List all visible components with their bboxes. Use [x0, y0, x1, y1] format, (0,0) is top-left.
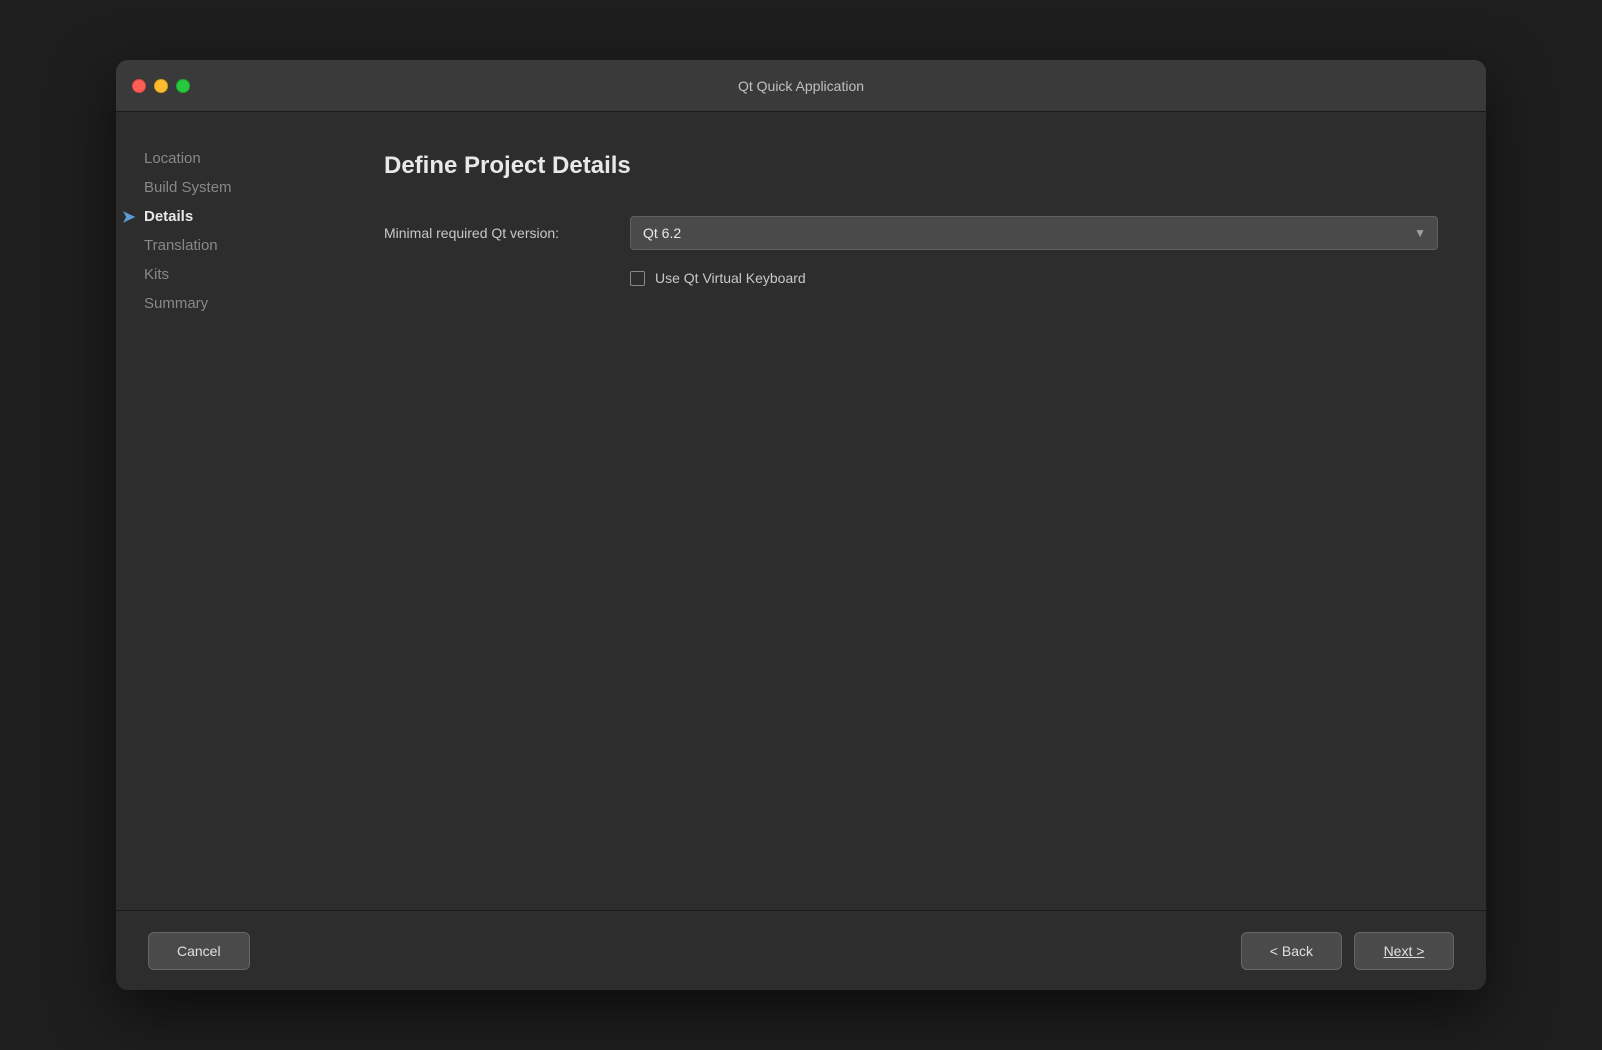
- virtual-keyboard-checkbox[interactable]: [630, 271, 645, 286]
- sidebar-item-label: Translation: [144, 237, 218, 254]
- sidebar-item-summary[interactable]: Summary: [144, 289, 336, 318]
- footer-right-buttons: < Back Next >: [1241, 932, 1454, 970]
- sidebar-item-label: Kits: [144, 266, 169, 283]
- qt-version-select[interactable]: Qt 6.2 Qt 6.1 Qt 6.0 Qt 5.15: [630, 216, 1438, 250]
- content-area: Location Build System ➤ Details Translat…: [116, 112, 1486, 910]
- sidebar-item-kits[interactable]: Kits: [144, 260, 336, 289]
- sidebar-item-label: Summary: [144, 295, 208, 312]
- cancel-button[interactable]: Cancel: [148, 932, 250, 970]
- qt-version-label: Minimal required Qt version:: [384, 225, 614, 241]
- sidebar-item-label: Details: [144, 208, 193, 225]
- virtual-keyboard-row: Use Qt Virtual Keyboard: [384, 270, 1438, 286]
- sidebar-item-location[interactable]: Location: [144, 144, 336, 173]
- sidebar-item-label: Build System: [144, 179, 232, 196]
- sidebar-item-build-system[interactable]: Build System: [144, 173, 336, 202]
- sidebar-item-details[interactable]: ➤ Details: [144, 202, 336, 231]
- main-content: Define Project Details Minimal required …: [336, 112, 1486, 910]
- close-button[interactable]: [132, 79, 146, 93]
- sidebar-item-label: Location: [144, 150, 201, 167]
- main-window: Qt Quick Application Location Build Syst…: [116, 60, 1486, 990]
- footer: Cancel < Back Next >: [116, 910, 1486, 990]
- sidebar-item-translation[interactable]: Translation: [144, 231, 336, 260]
- next-button[interactable]: Next >: [1354, 932, 1454, 970]
- arrow-icon: ➤: [122, 207, 135, 227]
- title-bar: Qt Quick Application: [116, 60, 1486, 112]
- back-button[interactable]: < Back: [1241, 932, 1342, 970]
- sidebar: Location Build System ➤ Details Translat…: [116, 112, 336, 910]
- virtual-keyboard-label: Use Qt Virtual Keyboard: [655, 270, 806, 286]
- maximize-button[interactable]: [176, 79, 190, 93]
- window-title: Qt Quick Application: [738, 78, 864, 94]
- page-title: Define Project Details: [384, 152, 1438, 180]
- minimize-button[interactable]: [154, 79, 168, 93]
- traffic-lights: [132, 79, 190, 93]
- qt-version-dropdown-container: Qt 6.2 Qt 6.1 Qt 6.0 Qt 5.15 ▼: [630, 216, 1438, 250]
- qt-version-row: Minimal required Qt version: Qt 6.2 Qt 6…: [384, 216, 1438, 250]
